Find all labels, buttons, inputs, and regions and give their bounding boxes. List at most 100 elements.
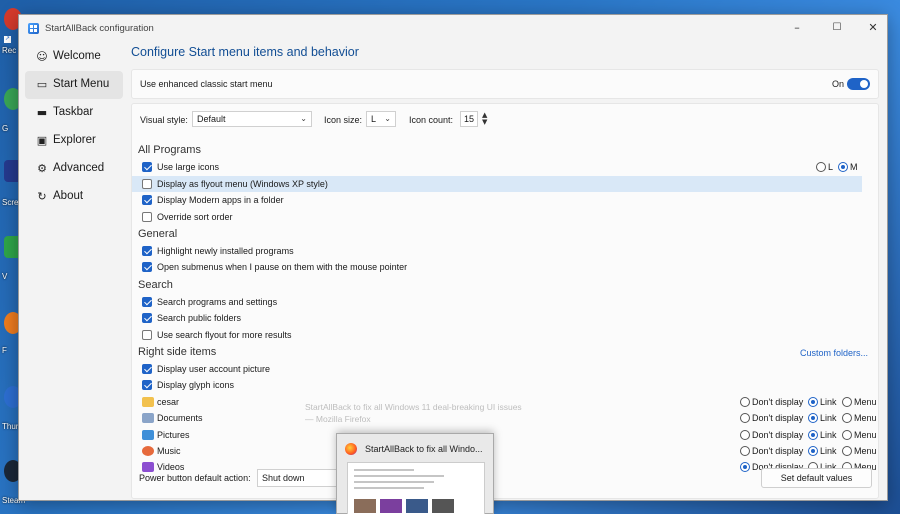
option-label: Search public folders <box>157 313 242 323</box>
gear-icon: ⚙ <box>37 162 47 175</box>
option-search-folders[interactable]: Search public folders <box>142 310 862 326</box>
sidebar-item-about[interactable]: ↻ About <box>25 183 123 211</box>
option-modern-apps[interactable]: Display Modern apps in a folder <box>142 192 862 208</box>
option-sort-order[interactable]: Override sort order <box>142 209 862 225</box>
close-button[interactable]: ✕ <box>859 19 887 37</box>
option-label: Display user account picture <box>157 364 271 374</box>
checkbox[interactable] <box>142 380 152 390</box>
option-large-icons[interactable]: Use large icons L M <box>142 159 862 175</box>
icon-count-input[interactable]: 15 <box>460 111 478 127</box>
section-all-programs: All Programs <box>138 144 201 156</box>
radio-link[interactable] <box>808 446 818 456</box>
option-glyph-icons[interactable]: Display glyph icons <box>142 377 862 393</box>
desktop-label: Scre <box>2 198 19 207</box>
preview-image <box>406 499 428 513</box>
enhanced-menu-card: Use enhanced classic start menu On <box>131 69 879 99</box>
config-window: StartAllBack configuration – ☐ ✕ ☺ Welco… <box>18 14 888 501</box>
radio-label: M <box>850 162 858 172</box>
sidebar-item-label: About <box>53 190 84 202</box>
option-highlight[interactable]: Highlight newly installed programs <box>142 243 862 259</box>
option-label: Use large icons <box>157 162 220 172</box>
title-bar[interactable]: StartAllBack configuration – ☐ ✕ <box>19 15 887 43</box>
option-label: Search programs and settings <box>157 297 278 307</box>
checkbox[interactable] <box>142 195 152 205</box>
section-general: General <box>138 228 178 240</box>
chevron-down-icon: ⌄ <box>300 114 307 123</box>
spin-arrows-icon[interactable]: ▲ ▼ <box>482 112 487 126</box>
option-label: Display as flyout menu (Windows XP style… <box>157 179 328 189</box>
option-search-flyout[interactable]: Use search flyout for more results <box>142 327 862 343</box>
power-button-label: Power button default action: <box>139 473 251 483</box>
desktop-label: Rec <box>2 46 17 55</box>
start-menu-icon: ▭ <box>36 78 48 91</box>
radio-link[interactable] <box>808 430 818 440</box>
icon-size-label: Icon size: <box>324 115 363 125</box>
radio-label: Link <box>820 430 837 440</box>
explorer-icon: ▣ <box>36 134 48 147</box>
checkbox[interactable] <box>142 246 152 256</box>
set-default-values-button[interactable]: Set default values <box>761 468 872 488</box>
checkbox[interactable] <box>142 162 152 172</box>
checkbox[interactable] <box>142 297 152 307</box>
option-user-picture[interactable]: Display user account picture <box>142 361 862 377</box>
right-item-row: Pictures Don't display Link Menu <box>142 427 877 443</box>
radio-size-l[interactable] <box>816 162 826 172</box>
sidebar-item-taskbar[interactable]: ▬ Taskbar <box>25 99 123 127</box>
radio-label: Link <box>820 397 837 407</box>
right-item-name: cesar <box>157 397 180 407</box>
taskbar-thumbnail[interactable]: StartAllBack to fix all Windo... <box>336 433 494 514</box>
checkbox[interactable] <box>142 212 152 222</box>
checkbox[interactable] <box>142 262 152 272</box>
radio-size-m[interactable] <box>838 162 848 172</box>
music-icon <box>142 446 154 456</box>
radio-label: Don't display <box>752 397 804 407</box>
radio-menu[interactable] <box>842 430 852 440</box>
radio-dont-display[interactable] <box>740 462 750 472</box>
radio-dont-display[interactable] <box>740 446 750 456</box>
power-button-select[interactable]: Shut down <box>257 469 337 487</box>
sidebar-item-explorer[interactable]: ▣ Explorer <box>25 127 123 155</box>
option-label: Use search flyout for more results <box>157 330 292 340</box>
sidebar-item-welcome[interactable]: ☺ Welcome <box>25 43 123 71</box>
radio-menu[interactable] <box>842 413 852 423</box>
right-item-row: Music Don't display Link Menu <box>142 443 877 459</box>
pictures-icon <box>142 430 154 440</box>
ghost-tooltip-line: — Mozilla Firefox <box>305 414 371 424</box>
radio-menu[interactable] <box>842 446 852 456</box>
radio-link[interactable] <box>808 397 818 407</box>
icon-count-label: Icon count: <box>409 115 454 125</box>
option-flyout[interactable]: Display as flyout menu (Windows XP style… <box>132 176 862 192</box>
checkbox[interactable] <box>142 330 152 340</box>
desktop-label: G <box>2 124 9 133</box>
radio-dont-display[interactable] <box>740 397 750 407</box>
about-icon: ↻ <box>37 190 47 203</box>
enhanced-menu-toggle[interactable] <box>847 78 870 90</box>
visual-style-value: Default <box>197 114 226 124</box>
desktop-label: F <box>2 346 7 355</box>
option-search-programs[interactable]: Search programs and settings <box>142 294 862 310</box>
maximize-button[interactable]: ☐ <box>823 19 851 37</box>
thumbnail-preview <box>347 462 485 514</box>
firefox-icon <box>345 443 357 455</box>
ghost-tooltip: StartAllBack to fix all Windows 11 deal-… <box>305 401 545 425</box>
radio-label: Link <box>820 413 837 423</box>
right-item-name: Pictures <box>157 430 190 440</box>
option-submenus[interactable]: Open submenus when I pause on them with … <box>142 259 862 275</box>
radio-dont-display[interactable] <box>740 413 750 423</box>
minimize-button[interactable]: – <box>783 19 811 37</box>
checkbox[interactable] <box>142 364 152 374</box>
visual-style-select[interactable]: Default ⌄ <box>192 111 312 127</box>
icon-size-select[interactable]: L ⌄ <box>366 111 396 127</box>
checkbox[interactable] <box>142 179 152 189</box>
radio-dont-display[interactable] <box>740 430 750 440</box>
radio-menu[interactable] <box>842 397 852 407</box>
sidebar-item-label: Advanced <box>53 162 105 174</box>
sidebar-item-advanced[interactable]: ⚙ Advanced <box>25 155 123 183</box>
option-label: Display glyph icons <box>157 380 235 390</box>
sidebar-item-label: Welcome <box>53 50 101 62</box>
checkbox[interactable] <box>142 313 152 323</box>
radio-link[interactable] <box>808 413 818 423</box>
right-item-name: Documents <box>157 413 203 423</box>
custom-folders-link[interactable]: Custom folders... <box>800 348 868 358</box>
sidebar-item-start-menu[interactable]: ▭ Start Menu <box>25 71 123 99</box>
